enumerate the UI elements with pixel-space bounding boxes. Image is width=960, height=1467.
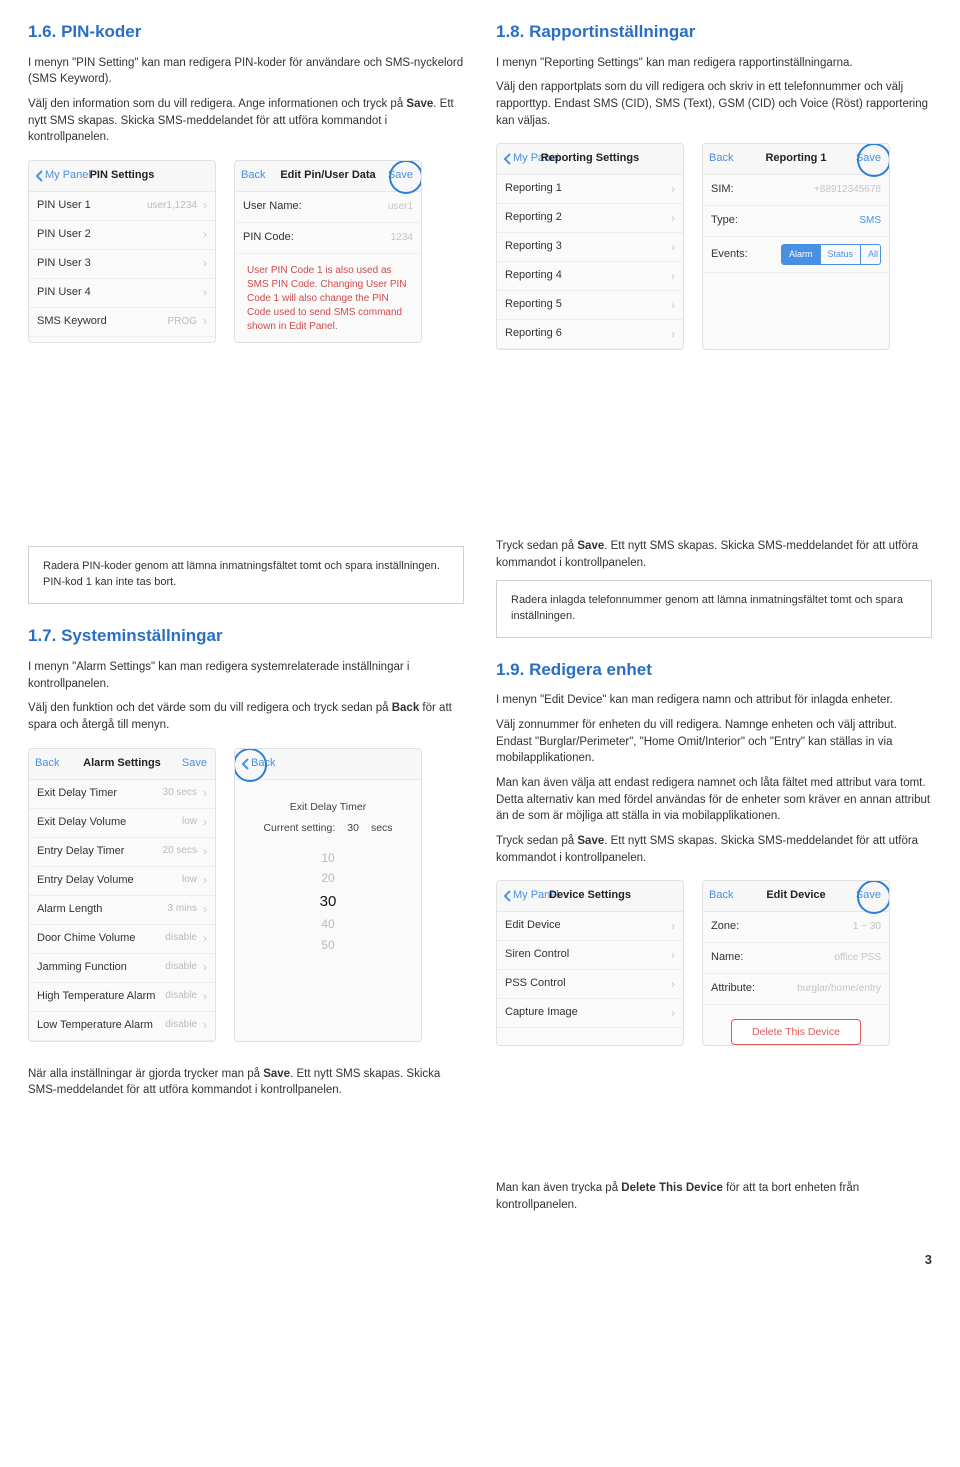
list-item[interactable]: Reporting 2›	[497, 204, 683, 233]
seg-alarm[interactable]: Alarm	[782, 245, 820, 264]
list-item[interactable]: Reporting 6›	[497, 320, 683, 349]
current-unit: secs	[371, 821, 393, 836]
back-button[interactable]: My Panel	[497, 151, 565, 167]
form-row[interactable]: Zone:1 ~ 30	[703, 912, 889, 943]
para: Tryck sedan på Save. Ett nytt SMS skapas…	[496, 538, 932, 571]
list-item[interactable]: SMS KeywordPROG›	[29, 308, 215, 337]
list-item[interactable]: Reporting 5›	[497, 291, 683, 320]
seg-status[interactable]: Status	[820, 245, 861, 264]
warning-note: User PIN Code 1 is also used as SMS PIN …	[235, 254, 421, 342]
page-number: 3	[28, 1221, 932, 1270]
screenshot-exit-delay-timer: Back Exit Delay Timer Current setting: 3…	[234, 748, 422, 1042]
sim-label: SIM:	[711, 182, 781, 198]
timer-title: Exit Delay Timer	[235, 800, 421, 815]
screenshot-reporting-settings: My Panel Reporting Settings Reporting 1›…	[496, 143, 684, 350]
list-item[interactable]: Entry Delay Timer20 secs›	[29, 838, 215, 867]
list-item[interactable]: Capture Image›	[497, 999, 683, 1028]
para: I menyn "Edit Device" kan man redigera n…	[496, 692, 932, 709]
form-row[interactable]: Attribute:burglar/home/entry	[703, 974, 889, 1005]
para: I menyn "Reporting Settings" kan man red…	[496, 55, 932, 72]
highlight-circle-icon	[234, 748, 267, 782]
form-row[interactable]: User Name:user1	[235, 192, 421, 223]
para: I menyn "PIN Setting" kan man redigera P…	[28, 55, 464, 88]
screenshot-alarm-settings: Back Alarm Settings Save Exit Delay Time…	[28, 748, 216, 1042]
sim-value[interactable]: +88912345678	[814, 183, 881, 198]
list-item[interactable]: Reporting 3›	[497, 233, 683, 262]
para: Tryck sedan på Save. Ett nytt SMS skapas…	[496, 833, 932, 866]
back-button[interactable]: My Panel	[29, 168, 97, 184]
screenshot-device-settings: My Panel Device Settings Edit Device›Sir…	[496, 880, 684, 1046]
screenshot-pin-settings: My Panel PIN Settings PIN User 1user1,12…	[28, 160, 216, 343]
para: Man kan även välja att endast redigera n…	[496, 775, 932, 825]
para: Man kan även trycka på Delete This Devic…	[496, 1180, 932, 1213]
events-segmented[interactable]: Alarm Status All	[781, 244, 881, 265]
screenshot-reporting-edit: Back Reporting 1 Save SIM:+88912345678 T…	[702, 143, 890, 350]
list-item[interactable]: Low Temperature Alarmdisable›	[29, 1012, 215, 1041]
current-label: Current setting:	[263, 821, 335, 836]
chevron-left-icon	[35, 170, 43, 182]
screenshot-edit-device: Back Edit Device Save Zone:1 ~ 30Name:of…	[702, 880, 890, 1046]
value-picker[interactable]: 10 20 30 40 50	[235, 848, 421, 955]
list-item[interactable]: Reporting 1›	[497, 175, 683, 204]
heading-1-8: 1.8. Rapportinställningar	[496, 20, 932, 45]
back-button[interactable]: Back	[235, 168, 271, 184]
list-item[interactable]: PSS Control›	[497, 970, 683, 999]
type-value[interactable]: SMS	[859, 214, 881, 229]
note-box: Radera inlagda telefonnummer genom att l…	[496, 580, 932, 638]
list-item[interactable]: Siren Control›	[497, 941, 683, 970]
heading-1-6: 1.6. PIN-koder	[28, 20, 464, 45]
heading-1-7: 1.7. Systeminställningar	[28, 624, 464, 649]
save-button[interactable]: Save	[182, 756, 215, 772]
screenshot-edit-pin: Back Edit Pin/User Data Save User Name:u…	[234, 160, 422, 343]
back-button[interactable]: Back	[703, 151, 739, 167]
para: Välj den rapportplats som du vill redige…	[496, 79, 932, 129]
chevron-left-icon	[503, 153, 511, 165]
seg-all[interactable]: All	[860, 245, 881, 264]
para: I menyn "Alarm Settings" kan man rediger…	[28, 659, 464, 692]
list-item[interactable]: Reporting 4›	[497, 262, 683, 291]
highlight-circle-icon	[857, 880, 890, 914]
back-button[interactable]: Back	[29, 756, 65, 772]
list-item[interactable]: Exit Delay Timer30 secs›	[29, 780, 215, 809]
highlight-circle-icon	[389, 160, 422, 194]
list-item[interactable]: High Temperature Alarmdisable›	[29, 983, 215, 1012]
form-row[interactable]: PIN Code:1234	[235, 223, 421, 254]
current-value: 30	[347, 821, 359, 836]
type-label: Type:	[711, 213, 781, 229]
list-item[interactable]: Edit Device›	[497, 912, 683, 941]
list-item[interactable]: PIN User 3›	[29, 250, 215, 279]
para: När alla inställningar är gjorda trycker…	[28, 1066, 464, 1099]
delete-device-button[interactable]: Delete This Device	[731, 1019, 861, 1045]
back-button[interactable]: My Panel	[497, 888, 565, 904]
list-item[interactable]: Jamming Functiondisable›	[29, 954, 215, 983]
note-box: Radera PIN-koder genom att lämna inmatni…	[28, 546, 464, 604]
events-label: Events:	[711, 247, 781, 263]
list-item[interactable]: Door Chime Volumedisable›	[29, 925, 215, 954]
para: Välj den funktion och det värde som du v…	[28, 700, 464, 733]
back-button[interactable]: Back	[703, 888, 739, 904]
para: Välj den information som du vill rediger…	[28, 96, 464, 146]
chevron-left-icon	[503, 890, 511, 902]
list-item[interactable]: Exit Delay Volumelow›	[29, 809, 215, 838]
list-item[interactable]: PIN User 4›	[29, 279, 215, 308]
list-item[interactable]: Entry Delay Volumelow›	[29, 867, 215, 896]
para: Välj zonnummer för enheten du vill redig…	[496, 717, 932, 767]
list-item[interactable]: PIN User 1user1,1234›	[29, 192, 215, 221]
list-item[interactable]: Alarm Length3 mins›	[29, 896, 215, 925]
list-item[interactable]: PIN User 2›	[29, 221, 215, 250]
form-row[interactable]: Name:office PSS	[703, 943, 889, 974]
heading-1-9: 1.9. Redigera enhet	[496, 658, 932, 683]
highlight-circle-icon	[857, 143, 890, 177]
